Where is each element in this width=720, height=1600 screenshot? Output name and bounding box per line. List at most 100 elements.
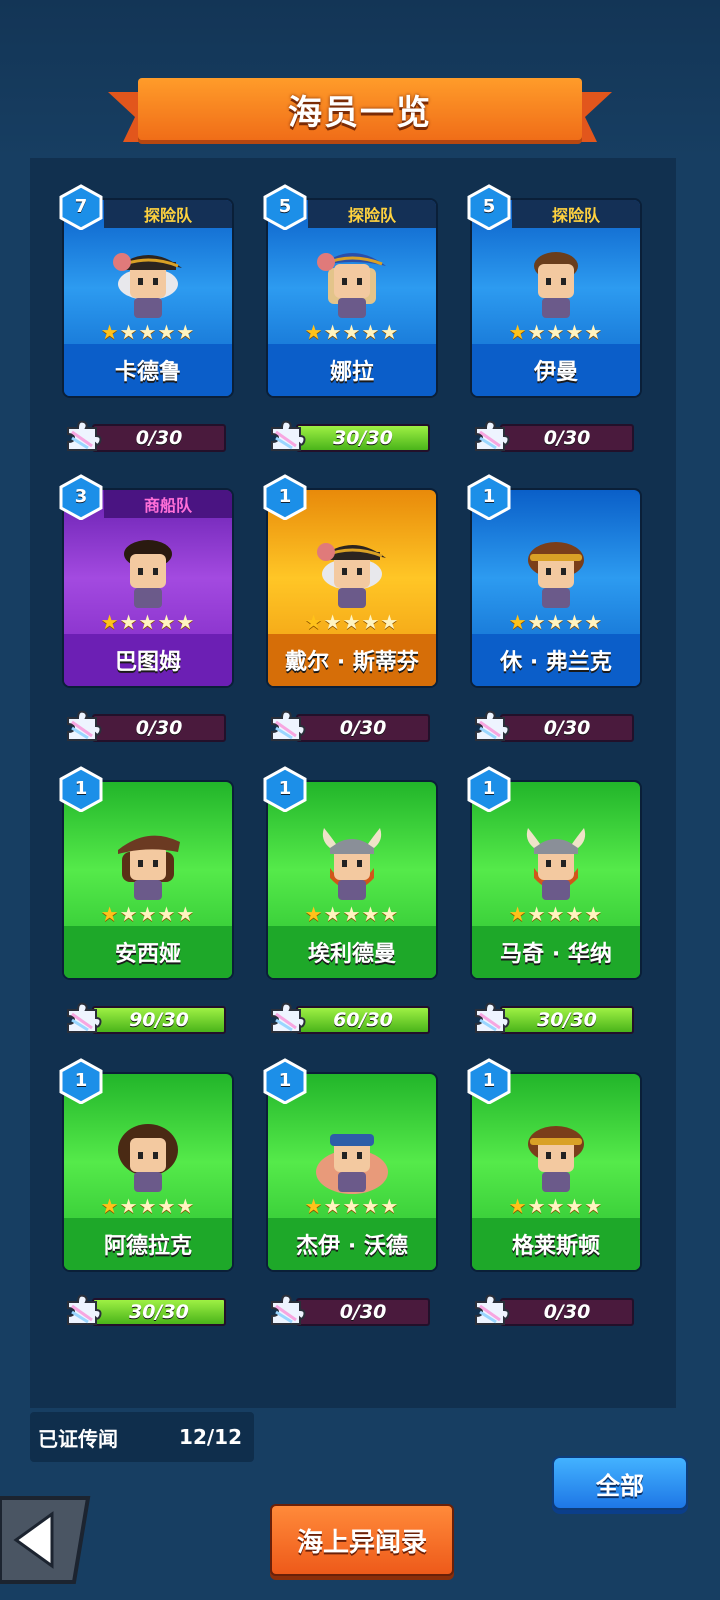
progress-text: 30/30 xyxy=(333,427,393,449)
star-empty-icon: ★ xyxy=(380,1194,400,1218)
star-rating: ★★★★★ xyxy=(268,902,436,926)
progress-text: 30/30 xyxy=(537,1009,597,1031)
star-empty-icon: ★ xyxy=(380,902,400,926)
star-filled-icon: ★ xyxy=(304,1194,324,1218)
star-empty-icon: ★ xyxy=(119,610,139,634)
star-empty-icon: ★ xyxy=(546,610,566,634)
progress-text: 0/30 xyxy=(339,717,387,739)
puzzle-piece-icon xyxy=(472,418,510,452)
fragment-progress: 0/30 xyxy=(472,418,634,452)
star-empty-icon: ★ xyxy=(157,902,177,926)
level-badge: 1 xyxy=(58,1058,104,1104)
level-badge: 7 xyxy=(58,184,104,230)
crew-name: 安西娅 xyxy=(64,926,232,978)
puzzle-piece-icon xyxy=(64,708,102,742)
puzzle-piece-icon xyxy=(472,1000,510,1034)
brown-hat-portrait xyxy=(108,822,188,902)
level-value: 1 xyxy=(74,1070,88,1091)
star-empty-icon: ★ xyxy=(584,1194,604,1218)
crew-name: 格莱斯顿 xyxy=(472,1218,640,1270)
fragment-progress: 90/30 xyxy=(64,1000,226,1034)
star-empty-icon: ★ xyxy=(380,610,400,634)
star-empty-icon: ★ xyxy=(157,610,177,634)
crew-name: 伊曼 xyxy=(472,344,640,396)
filter-all-button[interactable]: 全部 xyxy=(552,1456,688,1510)
star-empty-icon: ★ xyxy=(138,610,158,634)
banner-main: 海员一览 xyxy=(138,78,582,140)
star-empty-icon: ★ xyxy=(546,902,566,926)
star-empty-icon: ★ xyxy=(546,320,566,344)
progress-text: 30/30 xyxy=(129,1301,189,1323)
star-rating: ★★★★★ xyxy=(472,320,640,344)
crew-team-label: 探险队 xyxy=(512,200,640,228)
puzzle-piece-icon xyxy=(64,418,102,452)
rumor-counter-value: 12/12 xyxy=(179,1425,242,1449)
level-badge: 1 xyxy=(466,474,512,520)
fragment-progress: 30/30 xyxy=(472,1000,634,1034)
crew-name: 休 · 弗兰克 xyxy=(472,634,640,686)
level-badge: 1 xyxy=(262,766,308,812)
star-empty-icon: ★ xyxy=(361,1194,381,1218)
sea-legends-button[interactable]: 海上异闻录 xyxy=(270,1504,454,1576)
progress-text: 90/30 xyxy=(129,1009,189,1031)
star-filled-icon: ★ xyxy=(304,320,324,344)
star-empty-icon: ★ xyxy=(323,610,343,634)
star-empty-icon: ★ xyxy=(527,1194,547,1218)
progress-text: 0/30 xyxy=(135,717,183,739)
fragment-progress: 0/30 xyxy=(268,1292,430,1326)
level-badge: 1 xyxy=(466,766,512,812)
rumor-counter-label: 已证传闻 xyxy=(38,1426,118,1451)
star-empty-icon: ★ xyxy=(527,610,547,634)
star-empty-icon: ★ xyxy=(119,902,139,926)
star-rating: ★★★★★ xyxy=(472,1194,640,1218)
star-empty-icon: ★ xyxy=(342,610,362,634)
crew-name: 马奇 · 华纳 xyxy=(472,926,640,978)
level-value: 1 xyxy=(278,486,292,507)
puzzle-piece-icon xyxy=(268,1000,306,1034)
star-filled-icon: ★ xyxy=(100,320,120,344)
puzzle-piece-icon xyxy=(64,1292,102,1326)
star-rating: ★★★★★ xyxy=(268,610,436,634)
level-value: 1 xyxy=(482,778,496,799)
progress-text: 0/30 xyxy=(339,1301,387,1323)
level-value: 5 xyxy=(482,196,496,217)
progress-text: 0/30 xyxy=(543,717,591,739)
star-filled-icon: ★ xyxy=(508,1194,528,1218)
bearded-portrait xyxy=(108,1114,188,1194)
star-rating: ★★★★★ xyxy=(268,1194,436,1218)
star-empty-icon: ★ xyxy=(176,1194,196,1218)
title-banner: 海员一览 xyxy=(108,78,612,150)
back-button[interactable] xyxy=(0,1492,92,1588)
crew-name: 娜拉 xyxy=(268,344,436,396)
star-empty-icon: ★ xyxy=(342,1194,362,1218)
fragment-progress: 0/30 xyxy=(64,708,226,742)
star-filled-icon: ★ xyxy=(508,610,528,634)
star-empty-icon: ★ xyxy=(565,1194,585,1218)
crew-name: 巴图姆 xyxy=(64,634,232,686)
level-badge: 5 xyxy=(466,184,512,230)
curly-hair-portrait xyxy=(516,240,596,320)
star-empty-icon: ★ xyxy=(176,320,196,344)
headband-portrait xyxy=(516,1114,596,1194)
star-empty-icon: ★ xyxy=(157,320,177,344)
crew-name: 埃利德曼 xyxy=(268,926,436,978)
fragment-progress: 60/30 xyxy=(268,1000,430,1034)
puzzle-piece-icon xyxy=(64,1000,102,1034)
fragment-progress: 0/30 xyxy=(64,418,226,452)
star-filled-icon: ★ xyxy=(304,610,324,634)
star-rating: ★★★★★ xyxy=(64,1194,232,1218)
level-value: 1 xyxy=(74,778,88,799)
crew-name: 戴尔 · 斯蒂芬 xyxy=(268,634,436,686)
level-badge: 1 xyxy=(466,1058,512,1104)
viking-portrait xyxy=(516,822,596,902)
level-badge: 1 xyxy=(262,1058,308,1104)
star-empty-icon: ★ xyxy=(176,610,196,634)
crew-team-label: 商船队 xyxy=(104,490,232,518)
rumor-counter: 已证传闻 12/12 xyxy=(30,1412,254,1462)
star-filled-icon: ★ xyxy=(100,610,120,634)
star-filled-icon: ★ xyxy=(508,902,528,926)
star-empty-icon: ★ xyxy=(342,902,362,926)
puzzle-piece-icon xyxy=(268,1292,306,1326)
star-empty-icon: ★ xyxy=(361,320,381,344)
fragment-progress: 0/30 xyxy=(472,708,634,742)
